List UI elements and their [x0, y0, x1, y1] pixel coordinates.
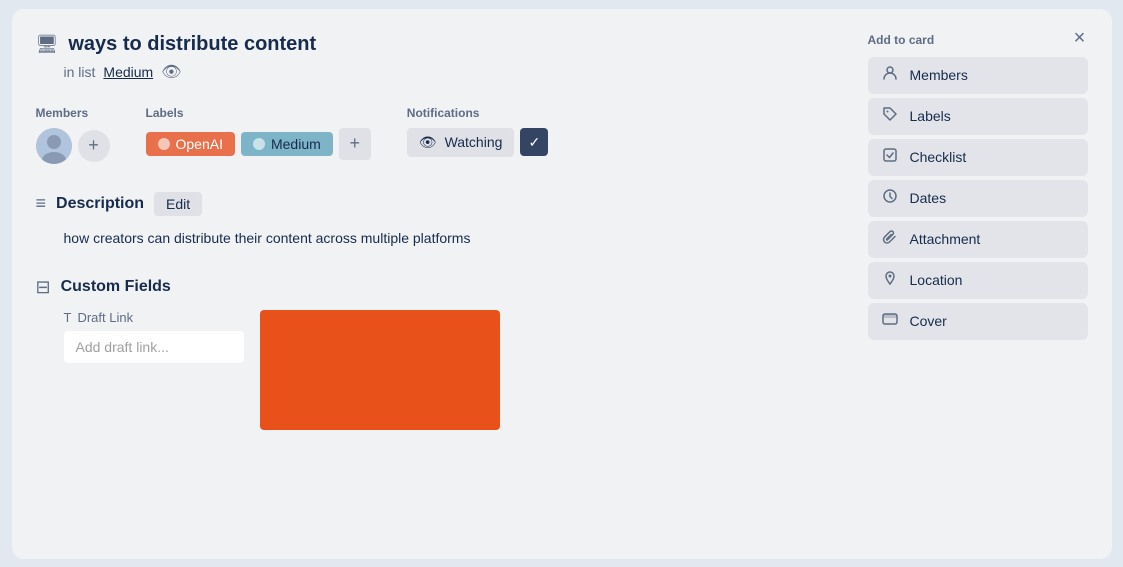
card-list-info: in list Medium 👁: [64, 62, 848, 82]
label-chip-medium[interactable]: Medium: [241, 132, 333, 156]
sidebar-labels-label: Labels: [910, 108, 951, 124]
description-title: Description: [56, 195, 144, 213]
draft-link-input[interactable]: Add draft link...: [64, 331, 244, 363]
close-button[interactable]: ×: [1064, 23, 1096, 55]
members-items: +: [36, 128, 110, 164]
watching-check-button[interactable]: ✓: [520, 128, 548, 156]
card-title-icon: 🖥: [36, 34, 59, 55]
sidebar-attachment-label: Attachment: [910, 231, 981, 247]
draft-link-field: T Draft Link Add draft link...: [64, 310, 244, 363]
add-member-button[interactable]: +: [78, 130, 110, 162]
custom-field-row: T Draft Link Add draft link...: [64, 310, 848, 430]
checklist-icon: [880, 147, 900, 168]
draft-link-preview[interactable]: [260, 310, 500, 430]
dates-icon: [880, 188, 900, 209]
meta-section: Members + Labels: [36, 106, 848, 164]
watch-icon: 👁: [161, 62, 181, 82]
sidebar-labels-button[interactable]: Labels: [868, 98, 1088, 135]
sidebar-location-label: Location: [910, 272, 963, 288]
sidebar-cover-label: Cover: [910, 313, 947, 329]
description-text: how creators can distribute their conten…: [64, 228, 848, 249]
attachment-icon: [880, 229, 900, 250]
main-content: 🖥 ways to distribute content in list Med…: [36, 33, 868, 535]
custom-fields-icon: ⊟: [36, 277, 51, 298]
members-label: Members: [36, 106, 110, 120]
watching-eye-icon: 👁: [419, 134, 437, 151]
card-title: ways to distribute content: [68, 33, 316, 56]
custom-fields-section: ⊟ Custom Fields T Draft Link Add draft l…: [36, 277, 848, 430]
label-dot-medium: [253, 138, 265, 150]
sidebar-members-button[interactable]: Members: [868, 57, 1088, 94]
draft-link-label: T Draft Link: [64, 310, 244, 325]
add-label-button[interactable]: +: [339, 128, 371, 160]
members-group: Members +: [36, 106, 110, 164]
draft-link-label-text: Draft Link: [77, 310, 133, 325]
sidebar-attachment-button[interactable]: Attachment: [868, 221, 1088, 258]
sidebar-cover-button[interactable]: Cover: [868, 303, 1088, 340]
label-text-openai: OpenAI: [176, 136, 223, 152]
sidebar-checklist-button[interactable]: Checklist: [868, 139, 1088, 176]
sidebar-members-label: Members: [910, 67, 968, 83]
description-icon: ≡: [36, 193, 47, 214]
sidebar: Add to card Members Labels: [868, 33, 1088, 535]
sidebar-checklist-label: Checklist: [910, 149, 967, 165]
cover-icon: [880, 311, 900, 332]
list-link[interactable]: Medium: [103, 64, 153, 80]
custom-fields-title: Custom Fields: [61, 278, 171, 296]
card-modal: × 🖥 ways to distribute content in list M…: [12, 9, 1112, 559]
description-header: ≡ Description Edit: [36, 192, 848, 216]
watching-text: Watching: [445, 134, 503, 150]
location-icon: [880, 270, 900, 291]
labels-group: Labels OpenAI Medium +: [146, 106, 371, 160]
text-icon: T: [64, 310, 72, 325]
add-to-card-label: Add to card: [868, 33, 1088, 47]
in-list-text: in list: [64, 64, 96, 80]
custom-fields-header: ⊟ Custom Fields: [36, 277, 848, 298]
description-edit-button[interactable]: Edit: [154, 192, 202, 216]
labels-icon: [880, 106, 900, 127]
labels-label: Labels: [146, 106, 371, 120]
watching-button[interactable]: 👁 Watching: [407, 128, 515, 157]
members-icon: [880, 65, 900, 86]
label-text-medium: Medium: [271, 136, 321, 152]
notifications-label: Notifications: [407, 106, 549, 120]
sidebar-location-button[interactable]: Location: [868, 262, 1088, 299]
member-avatar[interactable]: [36, 128, 72, 164]
label-dot-openai: [158, 138, 170, 150]
sidebar-dates-button[interactable]: Dates: [868, 180, 1088, 217]
sidebar-dates-label: Dates: [910, 190, 947, 206]
labels-items: OpenAI Medium +: [146, 128, 371, 160]
notifications-group: Notifications 👁 Watching ✓: [407, 106, 549, 157]
label-chip-openai[interactable]: OpenAI: [146, 132, 235, 156]
card-header: 🖥 ways to distribute content: [36, 33, 848, 56]
notifications-items: 👁 Watching ✓: [407, 128, 549, 157]
